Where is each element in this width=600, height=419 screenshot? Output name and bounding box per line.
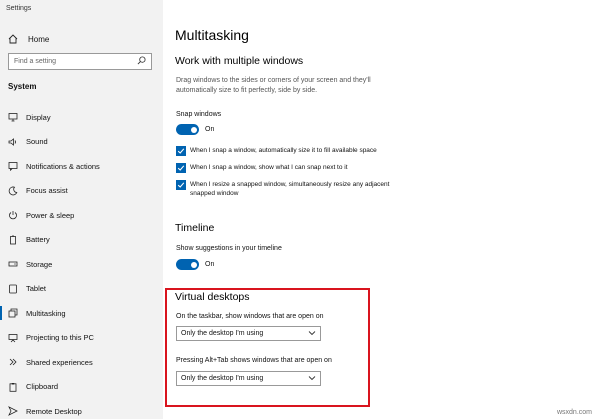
snap-heading: Work with multiple windows	[175, 55, 304, 67]
sidebar-item-label: Shared experiences	[26, 357, 93, 367]
snap-option-resize-adjacent[interactable]: When I resize a snapped window, simultan…	[176, 180, 405, 198]
sidebar-nav: Display Sound Notifications & actions Fo…	[0, 105, 163, 419]
search-placeholder: Find a setting	[14, 58, 57, 65]
sidebar-item-label: Projecting to this PC	[26, 333, 94, 343]
sidebar-item-label: Sound	[26, 137, 48, 147]
timeline-toggle-label: Show suggestions in your timeline	[176, 245, 282, 252]
sidebar-item-label: Power & sleep	[26, 210, 75, 220]
search-icon[interactable]	[137, 56, 146, 67]
projecting-icon	[8, 333, 18, 343]
sidebar-item-notifications[interactable]: Notifications & actions	[0, 154, 163, 179]
checkbox-label: When I resize a snapped window, simultan…	[190, 181, 390, 197]
remote-desktop-icon	[8, 406, 18, 417]
toggle-state: On	[205, 261, 215, 268]
sidebar-item-label: Focus assist	[26, 186, 68, 196]
clipboard-icon	[8, 382, 18, 392]
sidebar-item-projecting[interactable]: Projecting to this PC	[0, 326, 163, 351]
checkbox[interactable]	[176, 146, 186, 156]
toggle-switch[interactable]	[176, 259, 199, 270]
toggle-state: On	[205, 126, 215, 133]
sidebar-item-tablet[interactable]: Tablet	[0, 277, 163, 302]
moon-icon	[8, 186, 18, 196]
highlight-box	[165, 288, 370, 407]
sidebar-item-label: Remote Desktop	[26, 406, 82, 416]
sidebar-item-label: Notifications & actions	[26, 161, 100, 171]
toggle-knob	[190, 261, 197, 268]
checkbox[interactable]	[176, 180, 186, 190]
multitasking-icon	[8, 308, 18, 318]
sidebar-item-label: Tablet	[26, 284, 47, 294]
sidebar-item-shared-experiences[interactable]: Shared experiences	[0, 350, 163, 375]
search-input[interactable]: Find a setting	[8, 53, 152, 70]
notifications-icon	[8, 161, 18, 172]
checkbox-label: When I snap a window, automatically size…	[190, 147, 377, 154]
sidebar-item-multitasking[interactable]: Multitasking	[0, 301, 163, 326]
sidebar-item-remote-desktop[interactable]: Remote Desktop	[0, 399, 163, 419]
battery-icon	[8, 235, 18, 245]
checkbox[interactable]	[176, 163, 186, 173]
display-icon	[8, 112, 18, 122]
home-link[interactable]: Home	[8, 32, 49, 46]
sidebar-item-sound[interactable]: Sound	[0, 130, 163, 155]
timeline-heading: Timeline	[175, 222, 215, 234]
section-label: System	[8, 82, 37, 91]
app-title: Settings	[6, 5, 32, 12]
watermark: wsxdn.com	[556, 409, 592, 416]
timeline-suggestions-toggle[interactable]: On	[176, 259, 214, 270]
power-icon	[8, 210, 18, 220]
sidebar-item-label: Storage	[26, 259, 53, 269]
sidebar-item-label: Battery	[26, 235, 50, 245]
sidebar-item-power-sleep[interactable]: Power & sleep	[0, 203, 163, 228]
snap-option-auto-size[interactable]: When I snap a window, automatically size…	[176, 146, 410, 156]
checkbox-label: When I snap a window, show what I can sn…	[190, 164, 348, 171]
sidebar-item-label: Multitasking	[26, 308, 66, 318]
sidebar-item-label: Clipboard	[26, 382, 59, 392]
sidebar: Settings Home Find a setting System Disp…	[0, 0, 163, 419]
sidebar-item-display[interactable]: Display	[0, 105, 163, 130]
storage-icon	[8, 259, 18, 269]
toggle-switch[interactable]	[176, 124, 199, 135]
sidebar-item-focus-assist[interactable]: Focus assist	[0, 179, 163, 204]
speaker-icon	[8, 137, 18, 147]
home-label: Home	[28, 34, 50, 44]
sidebar-item-label: Display	[26, 112, 51, 122]
snap-toggle-label: Snap windows	[176, 111, 222, 118]
sidebar-item-storage[interactable]: Storage	[0, 252, 163, 277]
sidebar-item-clipboard[interactable]: Clipboard	[0, 375, 163, 400]
page-title: Multitasking	[175, 27, 249, 43]
tablet-icon	[8, 284, 18, 294]
shared-experiences-icon	[8, 357, 18, 367]
snap-description: Drag windows to the sides or corners of …	[176, 77, 371, 94]
sidebar-item-battery[interactable]: Battery	[0, 228, 163, 253]
home-icon	[8, 34, 18, 44]
toggle-knob	[190, 126, 197, 133]
snap-windows-toggle[interactable]: On	[176, 124, 214, 135]
snap-option-show-next[interactable]: When I snap a window, show what I can sn…	[176, 163, 410, 173]
